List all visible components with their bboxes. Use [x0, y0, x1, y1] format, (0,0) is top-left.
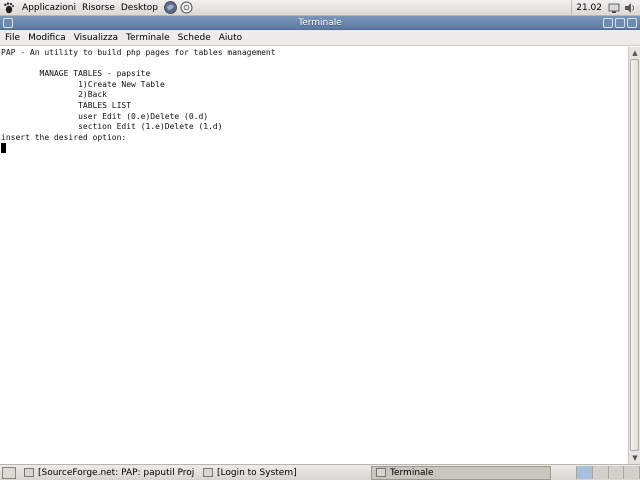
terminal-line: TABLES LIST [1, 100, 132, 110]
window-title: Terminale [298, 17, 342, 28]
window-menu-icon[interactable] [3, 18, 13, 28]
window-titlebar[interactable]: Terminale [0, 16, 640, 30]
show-desktop-button[interactable] [2, 466, 16, 479]
terminal-line: section Edit (1.e)Delete (1.d) [1, 122, 223, 132]
window-menubar: File Modifica Visualizza Terminale Sched… [0, 30, 640, 46]
terminal-window-icon [376, 468, 386, 477]
terminal-line: 2)Back [1, 90, 107, 100]
terminal-line: MANAGE TABLES - papsite [1, 69, 151, 79]
terminal-window: Terminale File Modifica Visualizza Termi… [0, 16, 640, 464]
help-lifesaver-icon[interactable] [180, 1, 193, 14]
network-icon[interactable] [608, 2, 620, 14]
gnome-foot-icon[interactable] [2, 1, 16, 15]
scroll-up-icon[interactable]: ▲ [630, 48, 640, 58]
menu-aiuto[interactable]: Aiuto [215, 30, 246, 46]
menu-schede[interactable]: Schede [174, 30, 215, 46]
scrollbar-thumb[interactable] [630, 59, 639, 451]
workspace-2[interactable] [592, 466, 609, 479]
terminal-output[interactable]: PAP - An utility to build php pages for … [0, 47, 628, 464]
terminal-line: insert the desired option: [1, 132, 127, 142]
taskbar-task[interactable]: [SourceForge.net: PAP: paputil Project:.… [19, 466, 195, 480]
bottom-panel: [SourceForge.net: PAP: paputil Project:.… [0, 464, 640, 480]
browser-window-icon [24, 468, 34, 477]
minimize-icon[interactable] [603, 18, 613, 28]
menu-file[interactable]: File [1, 30, 24, 46]
panel-clock[interactable]: 21.02 [571, 0, 602, 16]
terminal-line: user Edit (0.e)Delete (0.d) [1, 111, 209, 121]
scroll-down-icon[interactable]: ▼ [630, 453, 640, 463]
terminal-line: PAP - An utility to build php pages for … [1, 48, 276, 57]
terminal-line: 1)Create New Table [1, 79, 165, 89]
terminal-cursor [1, 143, 6, 154]
workspace-4[interactable] [624, 466, 640, 479]
task-label: Terminale [390, 467, 434, 478]
menu-terminale[interactable]: Terminale [122, 30, 174, 46]
task-label: [Login to System] [217, 467, 297, 478]
menu-desktop[interactable]: Desktop [118, 0, 161, 16]
task-label: [SourceForge.net: PAP: paputil Project:.… [38, 467, 195, 478]
menu-applicazioni[interactable]: Applicazioni [19, 0, 79, 16]
workspace-switcher [576, 466, 640, 479]
close-icon[interactable] [627, 18, 637, 28]
workspace-1[interactable] [577, 466, 593, 479]
menu-risorse[interactable]: Risorse [79, 0, 118, 16]
menu-modifica[interactable]: Modifica [24, 30, 70, 46]
terminal-prompt-line[interactable] [1, 143, 628, 154]
volume-icon[interactable] [624, 2, 636, 14]
top-panel: Applicazioni Risorse Desktop 21.02 [0, 0, 640, 16]
taskbar-task-active[interactable]: Terminale [371, 465, 551, 480]
workspace-3[interactable] [608, 466, 625, 479]
terminal-scrollbar[interactable]: ▲ ▼ [628, 47, 640, 464]
taskbar-task[interactable]: [Login to System] [198, 466, 368, 480]
menu-visualizza[interactable]: Visualizza [70, 30, 122, 46]
browser-window-icon [203, 468, 213, 477]
web-browser-icon[interactable] [164, 1, 177, 14]
maximize-icon[interactable] [615, 18, 625, 28]
